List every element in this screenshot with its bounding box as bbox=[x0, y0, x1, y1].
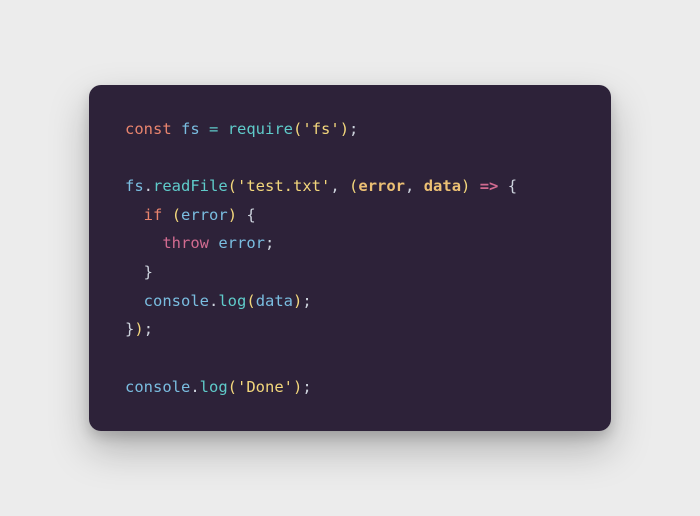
brace-open: { bbox=[246, 206, 255, 224]
keyword-throw: throw bbox=[162, 234, 209, 252]
var-data: data bbox=[256, 292, 293, 310]
paren-open: ( bbox=[228, 378, 237, 396]
semicolon: ; bbox=[302, 378, 311, 396]
comma: , bbox=[405, 177, 424, 195]
paren-open: ( bbox=[172, 206, 181, 224]
var-error: error bbox=[181, 206, 228, 224]
var-fs: fs bbox=[125, 177, 144, 195]
paren-open: ( bbox=[349, 177, 358, 195]
paren-close: ) bbox=[228, 206, 237, 224]
code-snippet-card: const fs = require('fs'); fs.readFile('t… bbox=[89, 85, 611, 432]
semicolon: ; bbox=[302, 292, 311, 310]
var-error: error bbox=[218, 234, 265, 252]
comma: , bbox=[330, 177, 349, 195]
dot: . bbox=[144, 177, 153, 195]
string-done: 'Done' bbox=[237, 378, 293, 396]
indent bbox=[125, 234, 162, 252]
space bbox=[162, 206, 171, 224]
method-log: log bbox=[218, 292, 246, 310]
string-testfile: 'test.txt' bbox=[237, 177, 330, 195]
dot: . bbox=[209, 292, 218, 310]
paren-close: ) bbox=[293, 292, 302, 310]
dot: . bbox=[190, 378, 199, 396]
operator-equals: = bbox=[200, 120, 228, 138]
indent bbox=[125, 292, 144, 310]
code-block: const fs = require('fs'); fs.readFile('t… bbox=[125, 115, 575, 402]
method-log: log bbox=[200, 378, 228, 396]
brace-close: } bbox=[125, 320, 134, 338]
indent bbox=[125, 206, 144, 224]
paren-open: ( bbox=[293, 120, 302, 138]
space bbox=[209, 234, 218, 252]
semicolon: ; bbox=[144, 320, 153, 338]
brace-open: { bbox=[508, 177, 517, 195]
indent bbox=[125, 263, 144, 281]
func-require: require bbox=[228, 120, 293, 138]
paren-open: ( bbox=[228, 177, 237, 195]
paren-close: ) bbox=[293, 378, 302, 396]
keyword-if: if bbox=[144, 206, 163, 224]
param-error: error bbox=[358, 177, 405, 195]
keyword-const: const bbox=[125, 120, 172, 138]
arrow-function: => bbox=[470, 177, 507, 195]
var-console: console bbox=[144, 292, 209, 310]
semicolon: ; bbox=[265, 234, 274, 252]
method-readfile: readFile bbox=[153, 177, 228, 195]
var-console: console bbox=[125, 378, 190, 396]
brace-close: } bbox=[144, 263, 153, 281]
paren-close: ) bbox=[134, 320, 143, 338]
string-fs: 'fs' bbox=[302, 120, 339, 138]
paren-close: ) bbox=[340, 120, 349, 138]
var-fs: fs bbox=[181, 120, 200, 138]
space bbox=[237, 206, 246, 224]
param-data: data bbox=[424, 177, 461, 195]
paren-close: ) bbox=[461, 177, 470, 195]
paren-open: ( bbox=[246, 292, 255, 310]
semicolon: ; bbox=[349, 120, 358, 138]
